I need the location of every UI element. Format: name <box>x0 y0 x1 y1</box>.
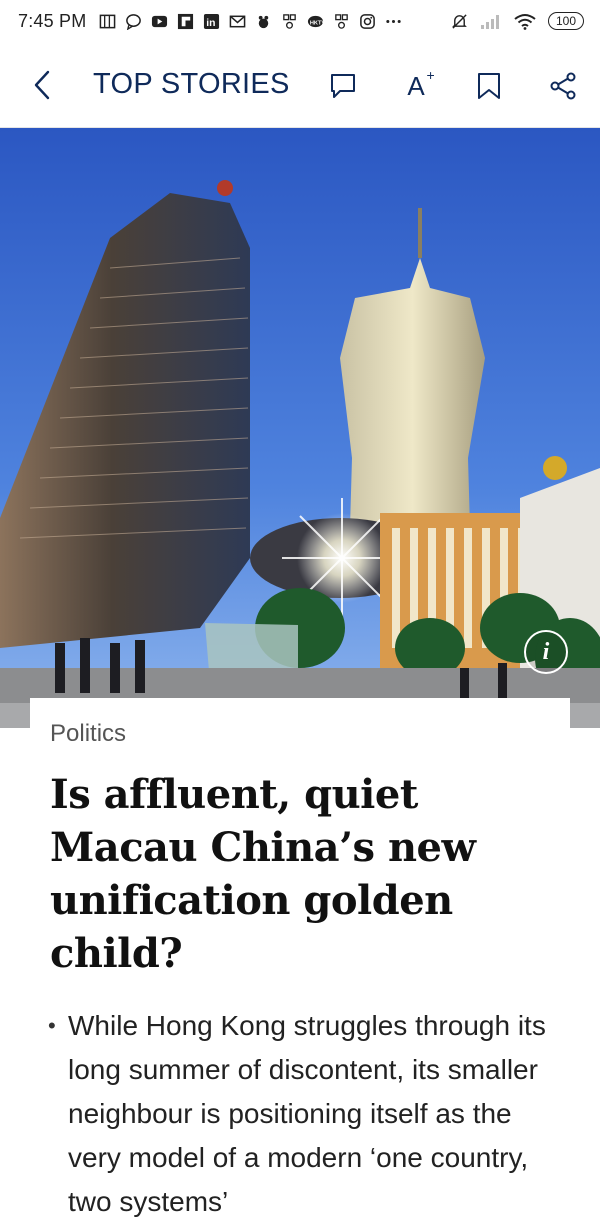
bug-icon <box>259 15 269 28</box>
image-info-button[interactable]: i <box>524 630 568 674</box>
share-button[interactable] <box>543 66 583 106</box>
article-card: Politics Is affluent, quiet Macau China’… <box>30 698 570 1217</box>
summary-item: While Hong Kong struggles through its lo… <box>48 1004 558 1224</box>
bookmark-button[interactable] <box>469 66 509 106</box>
signal-icon <box>481 14 499 29</box>
svg-text:HKTV: HKTV <box>310 20 324 26</box>
youtube-icon <box>152 15 168 27</box>
news-icon <box>100 14 116 28</box>
macau-skyline-photo <box>0 128 600 728</box>
article-headline: Is affluent, quiet Macau China’s new uni… <box>50 771 476 977</box>
app-bar: TOP STORIES A + <box>0 42 600 128</box>
font-size-button[interactable]: A + <box>396 66 436 106</box>
status-time: 7:45 PM <box>18 10 87 31</box>
comment-button[interactable] <box>323 66 363 106</box>
hktv-icon: HKTV <box>308 15 324 27</box>
flipboard-icon <box>178 13 194 29</box>
font-size-icon: A + <box>407 66 435 101</box>
hero-image[interactable] <box>0 128 600 728</box>
back-icon[interactable] <box>26 68 60 102</box>
more-icon <box>386 19 402 23</box>
battery-icon: 100 <box>548 12 584 30</box>
wifi-icon <box>514 13 536 30</box>
page-title: TOP STORIES <box>93 68 290 100</box>
status-bar: 7:45 PM in HKTV 100 <box>0 0 600 42</box>
gmail-icon <box>230 15 246 27</box>
article-category[interactable]: Politics <box>50 720 126 748</box>
mute-icon <box>452 13 467 29</box>
qr-icon <box>335 13 349 29</box>
comment-icon <box>331 74 355 98</box>
instagram-icon <box>360 13 376 29</box>
linkedin-icon: in <box>204 13 220 29</box>
chat-icon <box>126 13 142 30</box>
bookmark-icon <box>478 73 500 99</box>
article-summary: While Hong Kong struggles through its lo… <box>48 1004 558 1224</box>
qr-icon <box>283 13 297 29</box>
svg-text:in: in <box>207 18 216 29</box>
share-icon <box>550 72 576 100</box>
info-icon: i <box>542 638 550 665</box>
